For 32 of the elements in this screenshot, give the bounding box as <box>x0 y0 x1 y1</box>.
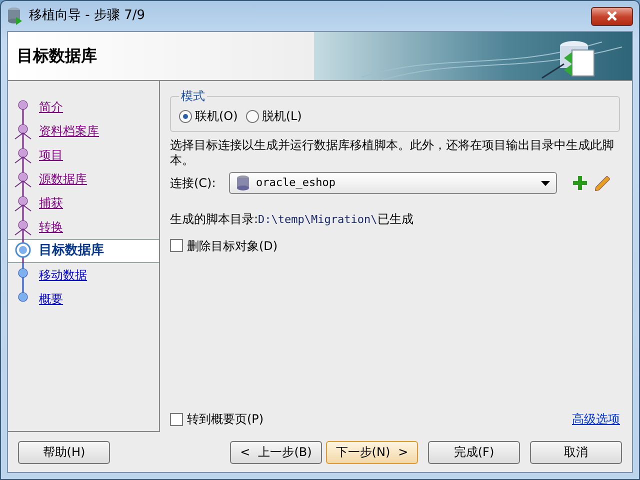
pencil-icon[interactable] <box>595 176 610 190</box>
step-link[interactable]: 资料档案库 <box>39 122 99 140</box>
page-title: 目标数据库 <box>16 45 97 67</box>
drop-objects-checkbox[interactable]: 删除目标对象(D) <box>170 236 620 254</box>
add-icon[interactable] <box>573 176 587 190</box>
go-to-summary-checkbox[interactable]: 转到概要页(P) <box>170 410 264 428</box>
database-icon <box>7 7 23 25</box>
connection-dropdown[interactable]: oracle_eshop <box>229 172 557 194</box>
step-link[interactable]: 转换 <box>39 218 63 236</box>
script-directory-text: 生成的脚本目录:D:\temp\Migration\已生成 <box>170 211 414 228</box>
step-link[interactable]: 捕获 <box>39 194 63 212</box>
finish-button[interactable]: 完成(F) <box>428 440 520 464</box>
step-link[interactable]: 源数据库 <box>39 170 87 188</box>
group-label: 模式 <box>180 88 206 105</box>
step-link[interactable]: 项目 <box>39 146 63 164</box>
close-button[interactable] <box>591 6 633 26</box>
connection-label: 连接(C): <box>170 175 217 192</box>
step-link[interactable]: 简介 <box>39 98 63 116</box>
database-icon <box>236 175 250 191</box>
step-link[interactable]: 概要 <box>39 290 63 308</box>
mode-radio[interactable]: 脱机(L) <box>246 107 302 125</box>
step-link[interactable]: 移动数据 <box>39 266 87 284</box>
advanced-options-link[interactable]: 高级选项 <box>572 410 620 428</box>
description-text: 选择目标连接以生成并运行数据库移植脚本。此外，还将在项目输出目录中生成此脚本。 <box>170 138 615 168</box>
mode-radio[interactable]: 联机(O) <box>179 107 238 125</box>
next-button[interactable]: 下一步(N) > <box>326 440 418 464</box>
window-title: 移植向导 - 步骤 7/9 <box>29 7 146 26</box>
help-button[interactable]: 帮助(H) <box>18 440 110 464</box>
cancel-button[interactable]: 取消 <box>530 440 622 464</box>
close-icon <box>606 11 618 21</box>
caret-icon <box>541 180 550 186</box>
back-button[interactable]: < 上一步(B) <box>230 440 322 464</box>
